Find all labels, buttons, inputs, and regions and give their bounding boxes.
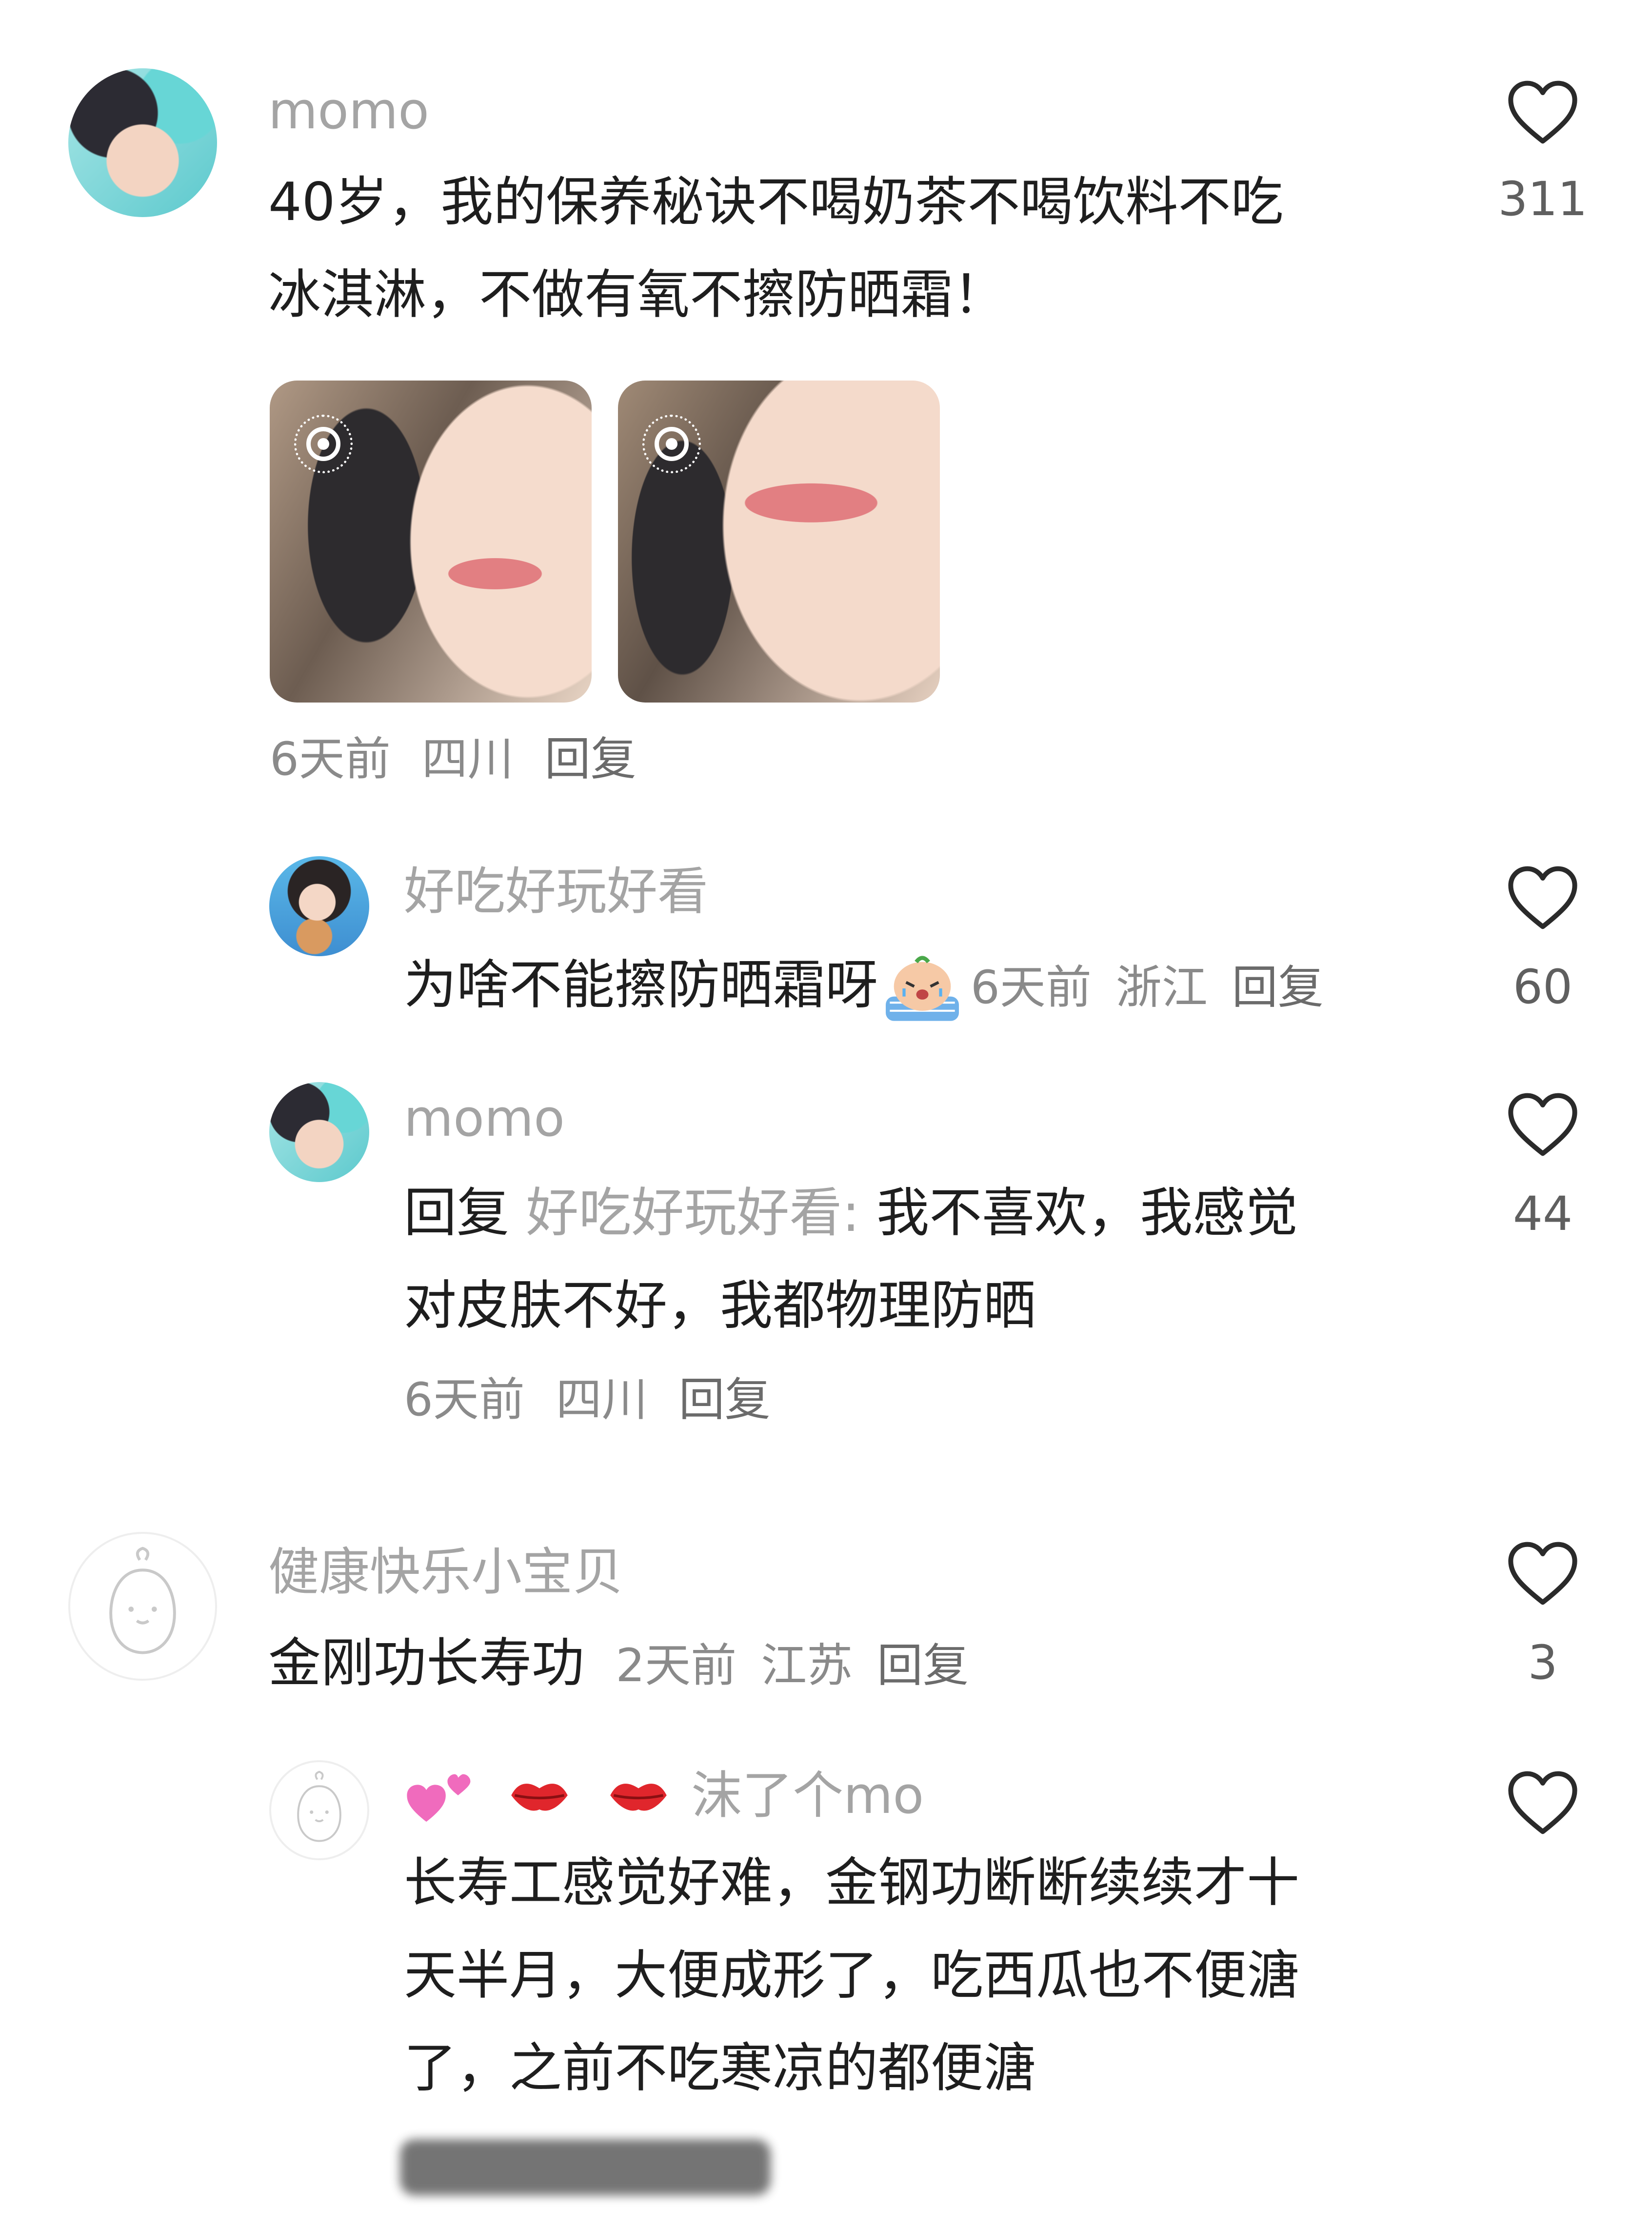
heart-outline-icon[interactable] — [1506, 1769, 1579, 1837]
heart-outline-icon[interactable] — [1506, 864, 1579, 932]
crying-emoji-icon — [886, 956, 959, 1021]
reply-button[interactable]: 回复 — [877, 1639, 969, 1692]
reply-button[interactable]: 回复 — [679, 1373, 771, 1427]
comment-image-1[interactable] — [270, 381, 592, 703]
comment-text: 40岁，我的保养秘诀不喝奶茶不喝饮料不吃 冰淇淋，不做有氧不擦防晒霜！ — [268, 156, 1488, 342]
comment-username[interactable]: momo — [268, 85, 429, 136]
comment-username-row[interactable]: 沫了个mo — [404, 1764, 924, 1827]
kiss-mark-icon — [511, 1784, 568, 1811]
comment-image-2[interactable] — [618, 381, 940, 703]
comment-username[interactable]: momo — [404, 1093, 565, 1144]
comment-time: 6天前 — [971, 961, 1092, 1014]
comment-text-line-1: 我不喜欢，我感觉 — [876, 1183, 1298, 1244]
avatar-momo[interactable] — [269, 1082, 369, 1182]
blurred-meta — [400, 2139, 771, 2195]
comment-text-line: 40岁，我的保养秘诀不喝奶茶不喝饮料不吃 — [268, 172, 1284, 233]
comment-text: 长寿工感觉好难，金钢功断断续续才十 天半月，大便成形了，吃西瓜也不便溏 了，之前… — [404, 1837, 1453, 2115]
comment-text: 回复 好吃好玩好看: 我不喜欢，我感觉 对皮肤不好，我都物理防晒 — [404, 1167, 1453, 1352]
comment-location: 浙江 — [1115, 961, 1208, 1014]
comment-text: 为啥不能擦防晒霜呀 — [404, 955, 878, 1016]
comment-location: 四川 — [421, 733, 514, 786]
avatar-momo[interactable] — [68, 68, 217, 217]
comment-text-row: 金刚功长寿功 2天前 江苏 回复 — [268, 1617, 969, 1710]
avatar-default[interactable] — [269, 1760, 369, 1860]
comment-username[interactable]: 沫了个mo — [691, 1766, 924, 1825]
reply-button[interactable]: 回复 — [1232, 961, 1324, 1014]
comment-text-line: 回复 好吃好玩好看: 我不喜欢，我感觉 — [404, 1167, 1453, 1260]
comment-meta: 6天前 四川 回复 — [404, 1377, 771, 1423]
comment-text-line: 对皮肤不好，我都物理防晒 — [404, 1275, 1036, 1336]
kiss-mark-icon — [610, 1784, 667, 1811]
comment-text-line: 天半月，大便成形了，吃西瓜也不便溏 — [404, 1945, 1300, 2006]
heart-outline-icon[interactable] — [1506, 1539, 1579, 1608]
comment-text: 金刚功长寿功 — [268, 1633, 585, 1694]
heart-outline-icon[interactable] — [1506, 1090, 1579, 1159]
comment-meta: 6天前 四川 回复 — [270, 737, 637, 783]
like-count: 3 — [1528, 1635, 1558, 1690]
reply-to-user[interactable]: 好吃好玩好看: — [526, 1183, 859, 1244]
hearts-emoji-icon — [407, 1774, 471, 1822]
comment-text-row: 为啥不能擦防晒霜呀 6天前 浙江 回复 — [404, 939, 1324, 1032]
comment-username[interactable]: 健康快乐小宝贝 — [268, 1547, 623, 1597]
avatar-haochi[interactable] — [269, 856, 369, 956]
reply-button[interactable]: 回复 — [545, 733, 637, 786]
default-avatar-icon — [297, 1770, 341, 1842]
comment-location: 江苏 — [761, 1639, 853, 1692]
comment-time: 2天前 — [616, 1639, 737, 1692]
like-count: 60 — [1513, 960, 1573, 1014]
comment-time: 6天前 — [404, 1373, 525, 1427]
comment-text-line: 长寿工感觉好难，金钢功断断续续才十 — [404, 1852, 1300, 1913]
comment-meta: 6天前 浙江 回复 — [971, 961, 1324, 1014]
comment-username[interactable]: 好吃好玩好看 — [404, 866, 708, 917]
comment-text-line: 了，之前不吃寒凉的都便溏 — [404, 2038, 1036, 2099]
default-avatar-icon — [109, 1547, 176, 1654]
comment-meta: 2天前 江苏 回复 — [616, 1639, 969, 1692]
comment-time: 6天前 — [270, 733, 391, 786]
reply-prefix: 回复 — [404, 1183, 510, 1244]
avatar-default[interactable] — [68, 1532, 217, 1681]
like-count: 44 — [1513, 1186, 1573, 1241]
comment-location: 四川 — [556, 1373, 648, 1427]
comment-text-line: 冰淇淋，不做有氧不擦防晒霜！ — [268, 264, 1006, 325]
heart-outline-icon[interactable] — [1506, 78, 1579, 146]
live-photo-icon — [294, 415, 353, 473]
like-count: 311 — [1498, 172, 1588, 226]
live-photo-icon — [642, 415, 701, 473]
